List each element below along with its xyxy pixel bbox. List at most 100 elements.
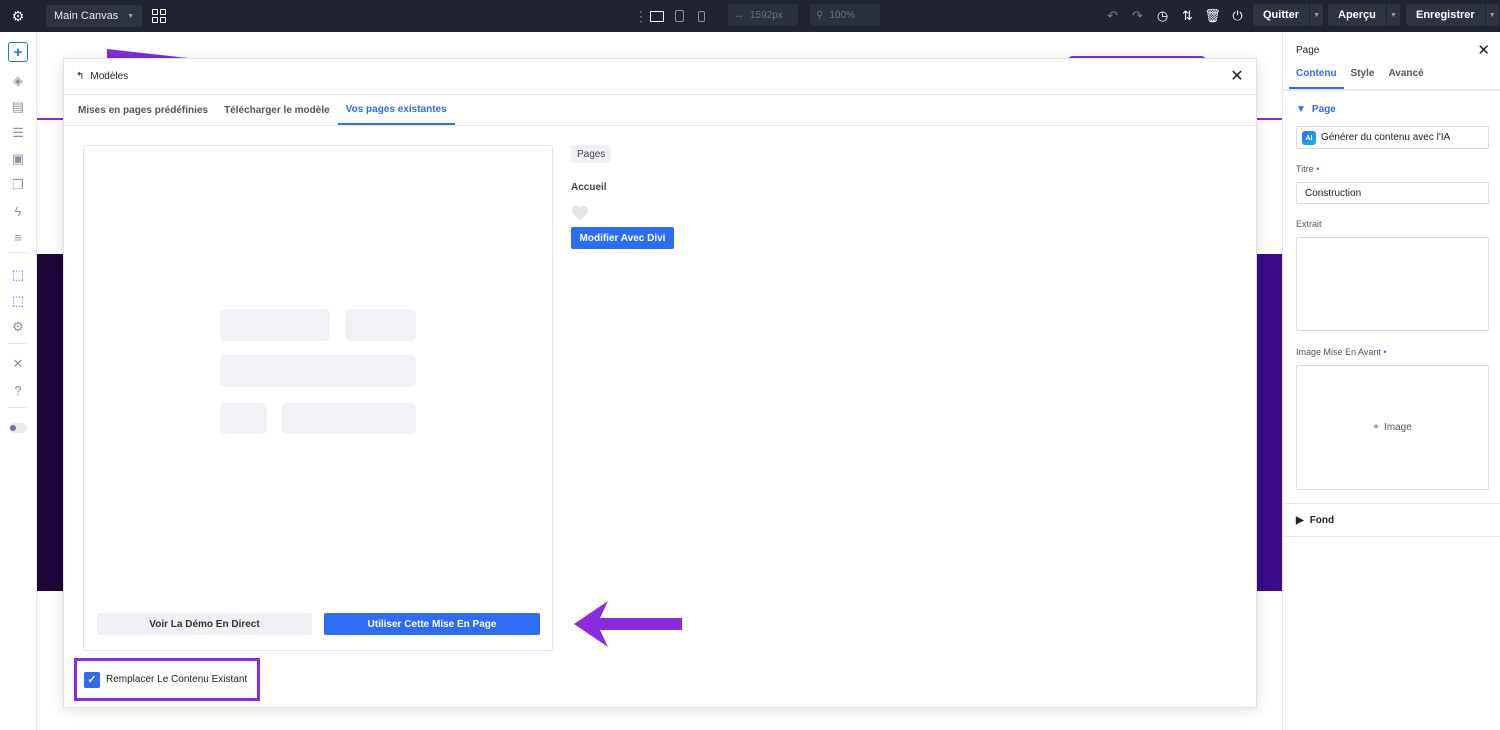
redo-icon[interactable]: ↷ [1125, 0, 1150, 32]
history-clock-icon[interactable]: ◷ [1150, 0, 1175, 32]
width-arrows-icon: ↔ [734, 9, 744, 21]
excerpt-field-label: Extrait [1296, 219, 1322, 229]
variables-icon[interactable]: ▣ [8, 149, 28, 169]
panel-tabs: Contenu Style Avancé [1283, 68, 1500, 90]
skeleton-block [220, 309, 330, 341]
quit-button-label: Quitter [1263, 9, 1300, 21]
undo-icon[interactable]: ↶ [1100, 0, 1125, 32]
use-layout-button[interactable]: Utiliser Cette Mise En Page [324, 613, 540, 635]
left-sidebar: + ◈ ▤ ☰ ▣ ❐ ϟ ≡ ⬚ ⬚ ⚙ ✕ ? [0, 32, 37, 730]
phone-view-icon[interactable] [690, 5, 712, 27]
pages-icon[interactable]: ❐ [8, 175, 28, 195]
settings-panel: Page ✕ Contenu Style Avancé ▼ Page AI Gé… [1282, 32, 1500, 730]
quit-button[interactable]: Quitter ▼ [1253, 4, 1324, 26]
preview-button-label: Aperçu [1338, 9, 1376, 21]
divider [1283, 503, 1500, 504]
section-page-toggle[interactable]: ▼ Page [1296, 104, 1336, 115]
add-element-icon[interactable]: + [8, 42, 28, 62]
chevron-down-icon: ▼ [127, 12, 134, 20]
layout-preview-card: Voir La Démo En Direct Utiliser Cette Mi… [83, 145, 553, 651]
required-dot-icon: • [1316, 164, 1320, 174]
chevron-down-icon[interactable]: ▼ [1484, 4, 1499, 26]
ai-icon: AI [1302, 131, 1316, 145]
tab-content[interactable]: Contenu [1289, 68, 1344, 89]
trash-icon[interactable]: 🗑 [1200, 0, 1225, 32]
desktop-view-icon[interactable] [646, 5, 668, 27]
grid-view-icon[interactable] [152, 9, 166, 23]
replace-content-checkbox[interactable]: ✓ [84, 671, 100, 688]
close-icon[interactable]: ✕ [1477, 41, 1490, 59]
zoom-field[interactable]: ⚲ 100% [810, 4, 880, 26]
section-page-label: Page [1311, 104, 1336, 115]
sliders-icon[interactable]: ≡ [8, 227, 28, 247]
chevron-down-icon[interactable]: ▼ [1309, 4, 1323, 26]
divider [1283, 90, 1500, 91]
sort-arrows-icon[interactable]: ⇅ [1175, 0, 1200, 32]
edit-with-divi-button[interactable]: Modifier Avec Divi [571, 227, 674, 249]
save-button[interactable]: Enregistrer ▼ [1406, 4, 1499, 26]
replace-content-option[interactable]: ✓ Remplacer Le Contenu Existant [74, 658, 260, 701]
tab-style[interactable]: Style [1344, 68, 1382, 89]
top-toolbar: ⚙ Main Canvas ▼ ⋮ ↔ 1592px ⚲ 100% ↶ ↷ ◷ … [0, 0, 1500, 32]
lightning-icon[interactable]: ϟ [8, 201, 28, 221]
page-settings-icon[interactable]: ⚙ [8, 317, 28, 337]
chevron-down-icon[interactable]: ▼ [1385, 4, 1400, 26]
generate-ai-content-button[interactable]: AI Générer du contenu avec l'IA [1296, 126, 1489, 149]
tab-advanced[interactable]: Avancé [1381, 68, 1430, 89]
power-icon[interactable]: ⏻ [1225, 0, 1250, 32]
layers-icon[interactable]: ◈ [8, 71, 28, 91]
zoom-search-icon: ⚲ [816, 9, 824, 21]
device-switcher: ⋮ [634, 0, 712, 32]
select-area-icon[interactable]: ⬚ [8, 265, 28, 285]
section-fond-label: Fond [1309, 515, 1335, 526]
canvas-width-value: 1592px [750, 9, 783, 21]
modal-title: Modèles [90, 71, 129, 82]
title-field-label: Titre • [1296, 164, 1319, 174]
tools-icon[interactable]: ✕ [8, 354, 28, 374]
title-label-text: Titre [1296, 164, 1314, 174]
caret-right-icon: ▶ [1296, 515, 1304, 526]
tab-predefined-layouts[interactable]: Mises en pages prédéfinies [70, 95, 216, 125]
preview-button[interactable]: Aperçu ▼ [1328, 4, 1400, 26]
page-name: Accueil [571, 182, 607, 193]
drag-handle-icon[interactable]: ⋮ [634, 8, 648, 25]
database-icon[interactable]: ☰ [8, 123, 28, 143]
close-icon[interactable]: ✕ [1228, 67, 1246, 85]
back-arrow-icon[interactable]: ↰ [76, 71, 84, 82]
skeleton-block [220, 403, 267, 434]
pages-category-badge[interactable]: Pages [571, 145, 612, 163]
mode-toggle[interactable] [9, 423, 27, 433]
live-demo-button[interactable]: Voir La Démo En Direct [97, 613, 312, 635]
divider [8, 252, 28, 253]
zoom-value: 100% [829, 9, 855, 21]
skeleton-block [282, 403, 416, 434]
title-input-value: Construction [1305, 187, 1362, 199]
image-upload-area[interactable]: + Image [1296, 365, 1489, 490]
tablet-view-icon[interactable] [668, 5, 690, 27]
featured-image-label-text: Image Mise En Avant [1296, 347, 1381, 357]
modal-header: ↰ Modèles ✕ [64, 59, 1256, 95]
settings-gear-icon[interactable]: ⚙ [0, 0, 36, 32]
annotation-arrow-icon [574, 601, 682, 647]
modal-tabs: Mises en pages prédéfinies Télécharger l… [64, 95, 1256, 126]
divider [8, 343, 28, 344]
section-fond-toggle[interactable]: ▶ Fond [1296, 515, 1334, 526]
help-icon[interactable]: ? [8, 380, 28, 400]
tab-upload-template[interactable]: Télécharger le modèle [216, 95, 338, 125]
panel-title: Page [1296, 45, 1320, 56]
divider [1283, 536, 1500, 537]
tab-existing-pages[interactable]: Vos pages existantes [337, 95, 455, 125]
canvas-width-field[interactable]: ↔ 1592px [728, 4, 798, 26]
favorite-heart-icon[interactable] [571, 205, 589, 221]
save-button-label: Enregistrer [1416, 9, 1475, 21]
templates-modal: ↰ Modèles ✕ Mises en pages prédéfinies T… [63, 58, 1257, 708]
library-icon[interactable]: ▤ [8, 97, 28, 117]
title-input[interactable]: Construction [1296, 182, 1489, 204]
history-tools: ↶ ↷ ◷ ⇅ 🗑 ⏻ [1100, 0, 1250, 32]
skeleton-block [220, 355, 416, 387]
required-dot-icon: • [1383, 347, 1387, 357]
excerpt-textarea[interactable] [1296, 237, 1489, 331]
canvas-selector[interactable]: Main Canvas ▼ [46, 5, 142, 27]
select-element-icon[interactable]: ⬚ [8, 291, 28, 311]
divider [8, 407, 28, 408]
